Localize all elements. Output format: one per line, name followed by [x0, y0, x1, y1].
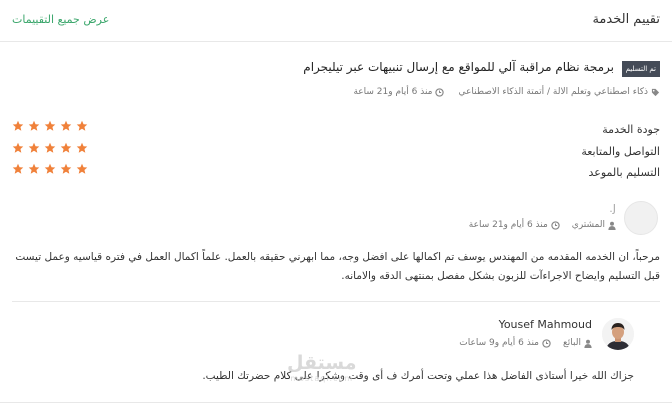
star-icon	[28, 120, 40, 131]
seller-avatar	[602, 318, 634, 350]
service-title-link[interactable]: برمجة نظام مراقبة آلي للمواقع مع إرسال ت…	[303, 60, 614, 74]
service-time: منذ 6 أيام و21 ساعة	[353, 87, 433, 97]
clock-icon	[542, 338, 551, 348]
seller-role: البائع	[563, 338, 581, 348]
rating-label-communication: التواصل والمتابعة	[581, 145, 660, 158]
user-icon	[584, 339, 592, 348]
rating-stars-communication	[12, 142, 88, 154]
rating-label-quality: جودة الخدمة	[602, 123, 660, 136]
star-icon	[12, 163, 24, 174]
tag-icon	[651, 88, 660, 96]
seller-reply-time: منذ 6 أيام و9 ساعات	[459, 338, 539, 348]
buyer-avatar	[624, 201, 658, 235]
buyer-review-text: مرحباً، ان الخدمه المقدمه من المهندس يوس…	[15, 251, 660, 282]
clock-icon	[551, 220, 560, 230]
watermark-arabic: مستقل	[287, 352, 357, 374]
buyer-review-time: منذ 6 أيام و21 ساعة	[468, 220, 548, 230]
star-icon	[12, 142, 24, 153]
buyer-name[interactable]: J.	[609, 202, 616, 215]
seller-name[interactable]: Yousef Mahmoud	[499, 318, 592, 331]
star-icon	[60, 163, 72, 174]
section-title: تقييم الخدمة	[592, 12, 660, 27]
service-category-link[interactable]: ذكاء اصطناعي وتعلم الالة / أتمتة الذكاء …	[458, 87, 648, 97]
star-icon	[60, 142, 72, 153]
star-icon	[44, 142, 56, 153]
view-all-reviews-link[interactable]: عرض جميع التقييمات	[12, 13, 109, 26]
star-icon	[44, 163, 56, 174]
mostaql-watermark: مستقل mostaql.com	[287, 352, 357, 383]
watermark-latin: mostaql.com	[290, 374, 354, 383]
star-icon	[60, 120, 72, 131]
star-icon	[28, 142, 40, 153]
user-icon	[608, 221, 616, 230]
star-icon	[76, 163, 88, 174]
service-meta: ذكاء اصطناعي وتعلم الالة / أتمتة الذكاء …	[353, 87, 660, 97]
star-icon	[28, 163, 40, 174]
buyer-meta: المشتري منذ 6 أيام و21 ساعة	[469, 220, 616, 230]
star-icon	[76, 142, 88, 153]
star-icon	[44, 120, 56, 131]
delivered-badge: تم التسليم	[621, 61, 660, 77]
clock-icon	[435, 87, 445, 97]
rating-stars-delivery	[12, 163, 88, 175]
buyer-role: المشتري	[571, 220, 605, 230]
review-divider	[12, 301, 660, 302]
seller-meta: البائع منذ 6 أيام و9 ساعات	[459, 338, 592, 348]
star-icon	[76, 120, 88, 131]
star-icon	[12, 120, 24, 131]
rating-stars-quality	[12, 120, 88, 132]
bottom-divider	[0, 402, 672, 403]
header-divider	[0, 41, 672, 42]
rating-label-delivery: التسليم بالموعد	[588, 166, 660, 179]
